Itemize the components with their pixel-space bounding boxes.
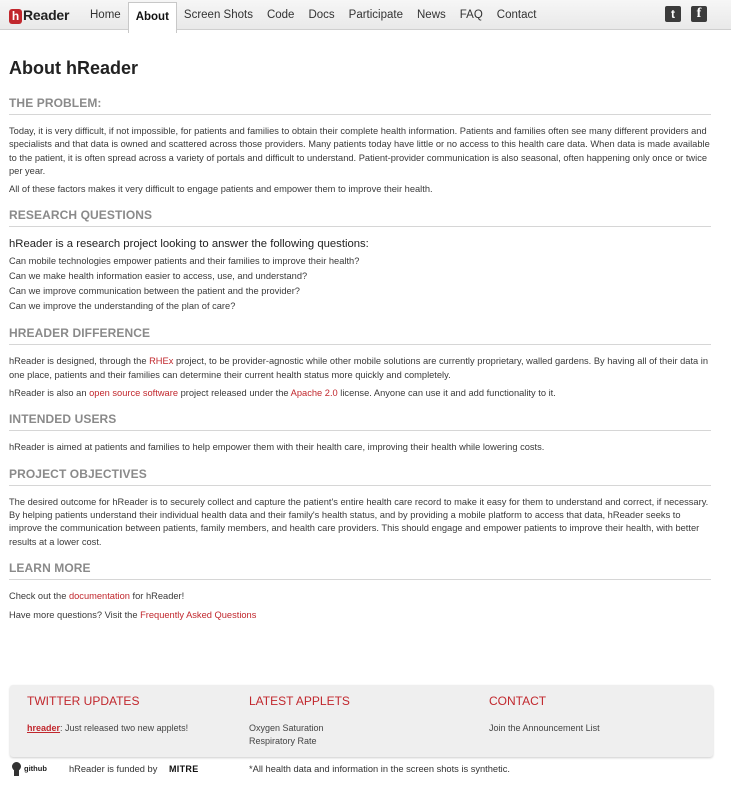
section-intended-users: Intended Users hReader is aimed at patie… xyxy=(9,412,711,454)
footer-applets: Latest Applets Oxygen Saturation Respira… xyxy=(249,694,350,748)
nav-screen-shots[interactable]: Screen Shots xyxy=(177,0,260,30)
nav-faq[interactable]: FAQ xyxy=(453,0,490,30)
footer-panel: Twitter Updates hreader: Just released t… xyxy=(10,685,713,757)
main-content: About hReader The Problem: Today, it is … xyxy=(9,58,711,634)
brand-logo-mark: h xyxy=(9,9,22,24)
text: license. Anyone can use it and add funct… xyxy=(337,388,556,399)
twitter-handle-link[interactable]: hreader xyxy=(27,723,60,733)
apache-license-link[interactable]: Apache 2.0 xyxy=(291,388,338,398)
nav-home[interactable]: Home xyxy=(83,0,128,30)
section-learn-more: Learn More Check out the documentation f… xyxy=(9,561,711,623)
brand-logo-text: Reader xyxy=(23,7,70,23)
facebook-icon[interactable]: f xyxy=(691,6,707,22)
list-item: Can we make health information easier to… xyxy=(9,271,308,282)
list-item: Can we improve the understanding of the … xyxy=(9,301,236,312)
github-label: github xyxy=(24,764,47,773)
section-heading: Learn More xyxy=(9,561,711,580)
documentation-link[interactable]: documentation xyxy=(69,591,130,601)
nav-docs[interactable]: Docs xyxy=(301,0,341,30)
section-research-questions: Research Questions hReader is a research… xyxy=(9,208,711,314)
text: Have more questions? Visit the xyxy=(9,610,141,621)
nav-about[interactable]: About xyxy=(127,2,177,33)
applet-link[interactable]: Respiratory Rate xyxy=(249,735,350,748)
paragraph: hReader is aimed at patients and familie… xyxy=(9,442,545,453)
nav-news[interactable]: News xyxy=(410,0,453,30)
tweet: hreader: Just released two new applets! xyxy=(27,722,188,735)
footer-contact: Contact Join the Announcement List xyxy=(489,694,600,735)
section-hreader-difference: hReader Difference hReader is designed, … xyxy=(9,326,711,400)
paragraph: hReader is designed, through the RHEx pr… xyxy=(9,355,711,382)
footer-heading: Latest Applets xyxy=(249,694,350,708)
nav-participate[interactable]: Participate xyxy=(342,0,410,30)
open-source-link[interactable]: open source software xyxy=(89,388,178,398)
footer-twitter: Twitter Updates hreader: Just released t… xyxy=(27,694,188,735)
paragraph: The desired outcome for hReader is to se… xyxy=(9,496,709,547)
rhex-link[interactable]: RHEx xyxy=(149,356,173,366)
list-item: Can mobile technologies empower patients… xyxy=(9,256,360,267)
section-heading: The Problem: xyxy=(9,96,711,115)
tweet-text: : Just released two new applets! xyxy=(60,723,189,733)
page-title: About hReader xyxy=(9,58,139,78)
main-nav: Home About Screen Shots Code Docs Partic… xyxy=(83,0,544,33)
section-heading: Research Questions xyxy=(9,208,711,228)
brand-logo[interactable]: h Reader xyxy=(9,7,69,24)
twitter-icon[interactable]: t xyxy=(665,6,681,22)
paragraph: Today, it is very difficult, if not impo… xyxy=(9,126,710,176)
github-logo[interactable]: github xyxy=(10,762,48,778)
funded-text: hReader is funded by xyxy=(69,764,158,774)
text: project released under the xyxy=(178,388,291,399)
faq-link[interactable]: Frequently Asked Questions xyxy=(140,610,256,620)
section-project-objectives: Project Objectives The desired outcome f… xyxy=(9,467,711,549)
text: hReader is designed, through the xyxy=(9,356,150,367)
paragraph: Check out the documentation for hReader! xyxy=(9,590,711,603)
footer-heading: Contact xyxy=(489,694,547,708)
announcement-list-link[interactable]: Join the Announcement List xyxy=(489,722,600,735)
list-item: Can we improve communication between the… xyxy=(9,286,300,297)
bottom-bar: github hReader is funded by MITRE *All h… xyxy=(0,762,731,782)
footer-heading: Twitter Updates xyxy=(27,694,140,708)
section-heading: Project Objectives xyxy=(9,467,711,486)
nav-code[interactable]: Code xyxy=(260,0,302,30)
section-heading: hReader Difference xyxy=(9,326,711,346)
github-octocat-body xyxy=(14,770,19,776)
paragraph: Have more questions? Visit the Frequentl… xyxy=(9,609,711,622)
top-navbar: h Reader Home About Screen Shots Code Doc… xyxy=(0,0,731,33)
text: for hReader! xyxy=(129,590,185,601)
mitre-logo[interactable]: MITRE xyxy=(169,764,199,774)
nav-contact[interactable]: Contact xyxy=(490,0,544,30)
text: Check out the xyxy=(9,590,69,601)
paragraph: All of these factors makes it very diffi… xyxy=(9,184,433,195)
disclaimer-text: *All health data and information in the … xyxy=(249,764,510,774)
section-problem: The Problem: Today, it is very difficult… xyxy=(9,96,711,196)
paragraph: hReader is also an open source software … xyxy=(9,387,711,400)
lead-text: hReader is a research project looking to… xyxy=(9,238,369,251)
text: hReader is also an xyxy=(9,388,90,399)
applet-link[interactable]: Oxygen Saturation xyxy=(249,722,350,735)
section-heading: Intended Users xyxy=(9,412,711,432)
